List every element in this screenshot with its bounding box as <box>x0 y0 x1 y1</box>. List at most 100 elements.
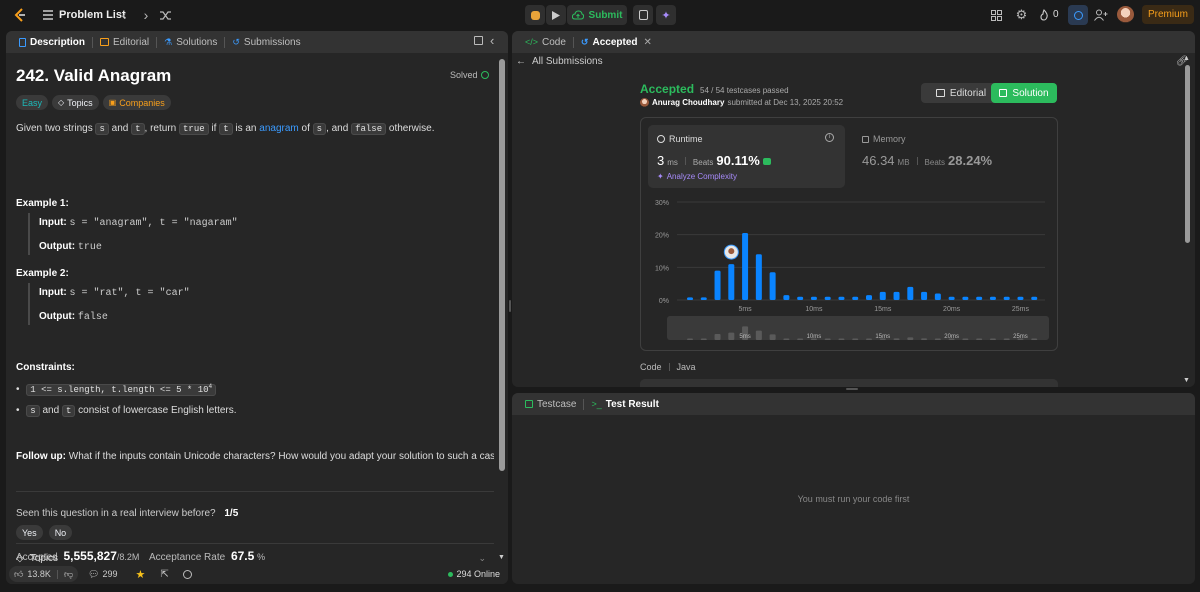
problem-title[interactable]: 242. Valid Anagram <box>16 66 171 86</box>
chart-bar <box>934 293 941 300</box>
y-tick-label: 0% <box>659 298 669 305</box>
info-icon[interactable]: i <box>825 133 834 142</box>
ai-assistant-button[interactable]: ✦ <box>656 5 676 25</box>
tab-submissions[interactable]: ↺ Submissions <box>227 37 305 48</box>
memory-values: 46.34 MB Beats 28.24% <box>862 153 992 168</box>
premium-button[interactable]: Premium <box>1142 5 1194 24</box>
streak-flame-icon[interactable] <box>1038 8 1050 21</box>
stopwatch-icon <box>1073 10 1083 20</box>
divider <box>56 569 58 579</box>
anagram-link[interactable]: anagram <box>259 123 298 134</box>
chart-bar <box>866 295 872 300</box>
beats-label: Beats <box>692 158 714 167</box>
code-true: true <box>179 123 209 135</box>
submit-button[interactable]: Submit <box>567 5 627 25</box>
share-icon[interactable]: ⇱ <box>160 569 168 580</box>
submitter-name[interactable]: Anurag Choudhary <box>652 98 724 107</box>
difficulty-badge[interactable]: Easy <box>16 95 49 110</box>
next-problem-icon[interactable]: › <box>140 7 152 23</box>
tab-code[interactable]: </> Code <box>520 37 571 48</box>
thumbs-up-icon[interactable]: 👍︎ <box>14 569 23 580</box>
chart-bar <box>962 296 969 300</box>
example-2-input: s = "rat", t = "car" <box>69 288 190 299</box>
problem-list-link[interactable]: Problem List <box>59 9 126 21</box>
scroll-down-arrow-icon[interactable]: ▼ <box>498 554 505 561</box>
x-tick-label: 25ms <box>1012 306 1030 313</box>
topics-accordion[interactable]: ◇ Topics ⌄ <box>16 551 486 565</box>
leetcode-logo-icon[interactable] <box>12 7 28 23</box>
description-tabbar: Description Editorial ⚗ Solutions ↺ Subm… <box>6 31 508 53</box>
memory-label: Memory <box>873 134 906 144</box>
yes-button[interactable]: Yes <box>16 525 43 540</box>
scroll-up-arrow-icon[interactable]: ▲ <box>1183 55 1190 62</box>
runtime-distribution-chart[interactable]: 30% 20% 10% 0% 5ms 10ms 15ms 20ms 25ms 5ms 10ms 15m… <box>641 194 1059 349</box>
submission-scrollbar[interactable] <box>1185 65 1190 243</box>
example-1-output: true <box>77 242 102 253</box>
tab-description[interactable]: Description <box>14 37 90 48</box>
runtime-card[interactable]: Runtime i 3 ms Beats 90.11% ✦ Analyze Co… <box>648 125 845 188</box>
divider <box>668 363 670 371</box>
like-count: 13.8K <box>27 569 51 579</box>
solution-button[interactable]: Solution <box>991 83 1057 103</box>
panel-resize-handle[interactable] <box>509 300 511 312</box>
tab-divider <box>572 36 574 48</box>
editorial-button[interactable]: Editorial <box>921 83 1001 103</box>
constraints-title: Constraints: <box>16 362 75 373</box>
chart-bar <box>976 296 983 300</box>
add-friend-icon[interactable] <box>1094 8 1108 21</box>
check-circle-icon <box>480 71 489 79</box>
chart-bar <box>893 291 900 300</box>
analyze-complexity-label: Analyze Complexity <box>666 172 737 181</box>
bullet: • <box>16 405 20 416</box>
tab-editorial[interactable]: Editorial <box>95 37 154 48</box>
analyze-complexity-link[interactable]: ✦ Analyze Complexity <box>657 172 737 181</box>
no-button[interactable]: No <box>48 525 73 540</box>
debug-button[interactable] <box>525 5 545 25</box>
accepted-status: Accepted <box>640 82 695 96</box>
timer-button[interactable] <box>1068 5 1088 25</box>
panel-resize-handle[interactable] <box>846 388 858 390</box>
statement-text: Given two strings <box>16 123 93 134</box>
shuffle-icon[interactable] <box>158 9 172 21</box>
y-tick-label: 20% <box>655 233 669 240</box>
list-icon[interactable] <box>42 9 54 21</box>
thumbs-down-icon[interactable]: 👎︎ <box>64 569 73 580</box>
help-icon[interactable] <box>182 569 192 579</box>
chart-bar <box>769 272 776 300</box>
layout-grid-icon[interactable] <box>990 9 1002 21</box>
scroll-down-arrow-icon[interactable]: ▼ <box>1183 377 1190 384</box>
tab-divider <box>224 36 226 48</box>
close-icon[interactable]: ✕ <box>643 37 651 48</box>
tab-description-label: Description <box>30 36 86 48</box>
overview-bar <box>976 338 983 340</box>
tab-accepted[interactable]: ↺ Accepted ✕ <box>576 37 657 48</box>
empty-result-message: You must run your code first <box>797 494 910 504</box>
code-block[interactable] <box>640 379 1058 387</box>
run-button[interactable] <box>546 5 566 25</box>
chart-bar <box>838 296 845 300</box>
description-scrollbar[interactable] <box>499 59 505 471</box>
prev-problem-icon[interactable]: ‹ <box>118 7 130 23</box>
overview-bar <box>700 338 707 340</box>
chip-icon <box>862 135 869 143</box>
user-avatar[interactable] <box>1117 6 1134 23</box>
memory-card[interactable]: Memory 46.34 MB Beats 28.24% <box>853 125 1050 188</box>
tab-testcase[interactable]: Testcase <box>520 399 581 410</box>
online-count: 294 Online <box>456 569 500 579</box>
notes-button[interactable] <box>633 5 653 25</box>
avatar[interactable] <box>640 98 649 107</box>
comment-icon[interactable]: 💬︎ <box>88 569 99 580</box>
settings-gear-icon[interactable]: ⚙ <box>1015 7 1028 22</box>
description-footer: 👍︎ 13.8K 👎︎ 💬︎ 299 ★ ⇱ 294 Online <box>6 564 508 584</box>
maximize-icon[interactable] <box>474 36 483 45</box>
memory-unit: MB <box>897 158 910 167</box>
tab-test-result[interactable]: >_ Test Result <box>586 399 663 410</box>
topics-tag[interactable]: ◇ Topics <box>52 95 99 110</box>
companies-tag[interactable]: ▣ Companies <box>102 95 171 110</box>
interview-question-text: Seen this question in a real interview b… <box>16 508 216 519</box>
chart-bar <box>700 297 707 300</box>
tab-solutions[interactable]: ⚗ Solutions <box>159 37 222 48</box>
favorite-star-icon[interactable]: ★ <box>136 568 146 581</box>
back-to-submissions[interactable]: ← All Submissions <box>516 56 603 67</box>
collapse-left-icon[interactable]: ‹ <box>490 34 494 47</box>
